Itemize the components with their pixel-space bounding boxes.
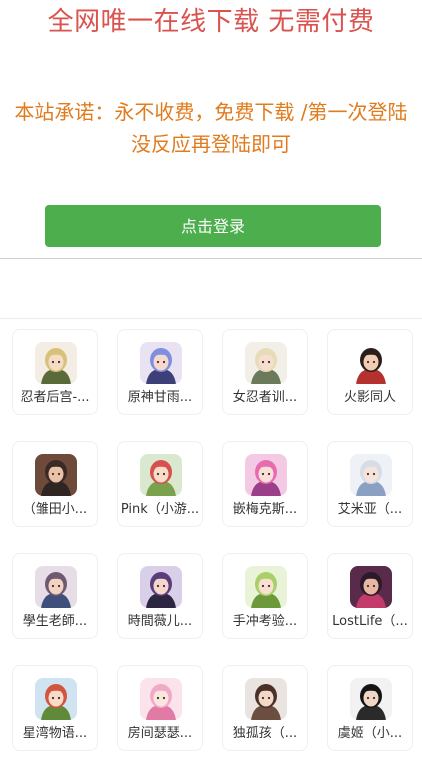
black-hat-girl-icon <box>350 678 392 720</box>
game-card[interactable]: 原神甘雨... <box>117 329 203 415</box>
game-title: 時間薇儿... <box>127 614 193 629</box>
blonde-kunoichi-icon <box>245 342 287 384</box>
silver-hair-girl-icon <box>350 454 392 496</box>
game-card[interactable]: 忍者后宫-... <box>12 329 98 415</box>
game-card[interactable]: （雏田小... <box>12 441 98 527</box>
game-card[interactable]: 虞姬（小... <box>327 665 413 751</box>
game-title: LostLife（... <box>332 614 408 629</box>
brown-hair-girl-icon <box>245 678 287 720</box>
pink-bunny-girl-icon <box>140 678 182 720</box>
game-card[interactable]: 独孤孩（... <box>222 665 308 751</box>
game-title: 虞姬（小... <box>337 726 403 741</box>
green-hair-girl-icon <box>245 566 287 608</box>
game-card[interactable]: 學生老師... <box>12 553 98 639</box>
game-title: 手冲考验... <box>232 614 298 629</box>
divider <box>0 318 422 319</box>
blonde-ninja-girl-icon <box>35 342 77 384</box>
game-card[interactable]: 時間薇儿... <box>117 553 203 639</box>
pink-twin-tail-girl-icon <box>245 454 287 496</box>
game-title: 火影同人 <box>343 390 396 405</box>
promise-notice: 本站承诺：永不收费，免费下载 /第一次登陆没反应再登陆即可 <box>14 100 408 156</box>
game-card[interactable]: 房间瑟瑟... <box>117 665 203 751</box>
pink-hair-chibi-icon <box>140 454 182 496</box>
login-button[interactable]: 点击登录 <box>45 205 381 247</box>
dark-scene-girl-icon <box>35 454 77 496</box>
page-title: 全网唯一在线下载 无需付费 <box>47 7 375 37</box>
blue-hair-anime-girl-icon <box>140 342 182 384</box>
purple-hair-girl-icon <box>140 566 182 608</box>
red-scene-game-icon <box>350 566 392 608</box>
game-card[interactable]: Pink（小游... <box>117 441 203 527</box>
game-card[interactable]: 嵌梅克斯... <box>222 441 308 527</box>
dark-hair-woman-icon <box>350 342 392 384</box>
teacher-woman-icon <box>35 566 77 608</box>
game-title: 原神甘雨... <box>127 390 193 405</box>
game-title: 嵌梅克斯... <box>232 502 298 517</box>
game-title: 星湾物语... <box>22 726 88 741</box>
red-hair-farmer-girl-icon <box>35 678 77 720</box>
game-card[interactable]: 手冲考验... <box>222 553 308 639</box>
game-card[interactable]: 女忍者训... <box>222 329 308 415</box>
game-title: 艾米亚（... <box>337 502 403 517</box>
game-title: Pink（小游... <box>120 502 200 517</box>
divider <box>0 258 422 259</box>
game-card[interactable]: 艾米亚（... <box>327 441 413 527</box>
game-card[interactable]: LostLife（... <box>327 553 413 639</box>
game-title: 學生老師... <box>22 614 88 629</box>
game-title: 房间瑟瑟... <box>127 726 193 741</box>
game-title: （雏田小... <box>22 502 88 517</box>
game-grid: 忍者后宫-... 原神甘雨... 女忍者训... 火影同人 （雏田小... Pink（小游… <box>12 329 414 751</box>
game-card[interactable]: 火影同人 <box>327 329 413 415</box>
game-title: 独孤孩（... <box>232 726 298 741</box>
game-title: 忍者后宫-... <box>20 390 90 405</box>
game-title: 女忍者训... <box>232 390 298 405</box>
game-card[interactable]: 星湾物语... <box>12 665 98 751</box>
